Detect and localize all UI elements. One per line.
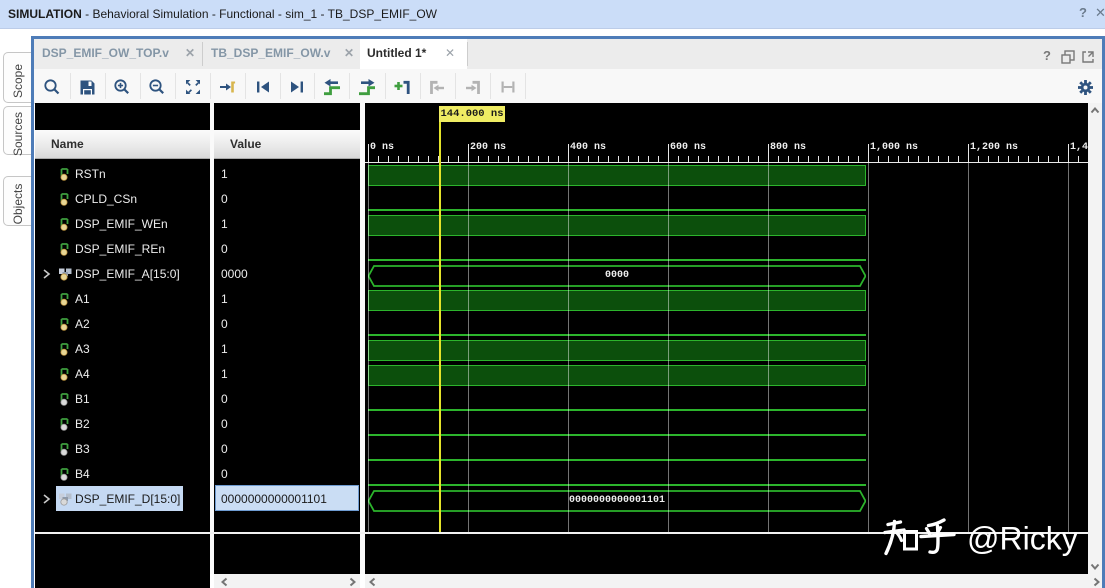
svg-text:@Ricky: @Ricky — [967, 521, 1078, 557]
